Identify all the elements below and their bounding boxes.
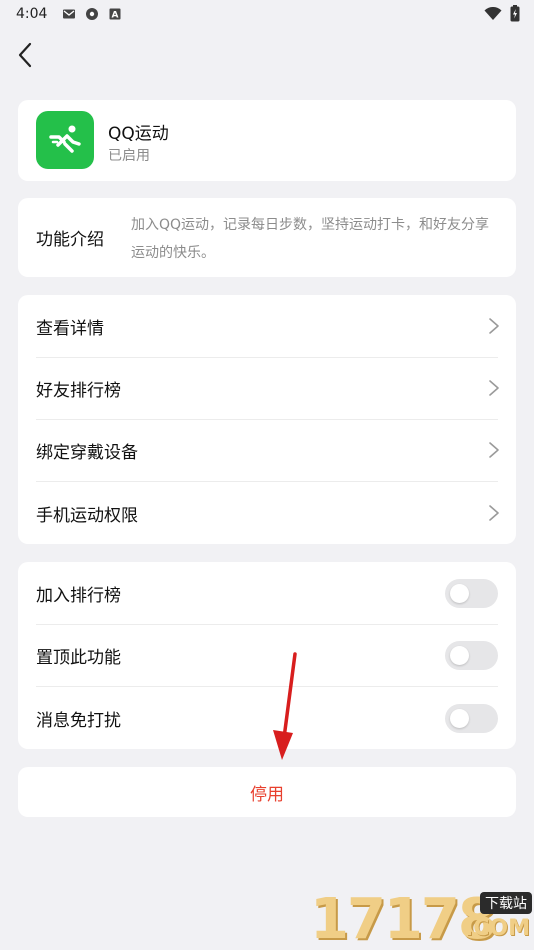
toggle-knob bbox=[450, 709, 469, 728]
status-time: 4:04 bbox=[16, 6, 48, 22]
friends-ranking-row[interactable]: 好友排行榜 bbox=[18, 357, 516, 419]
row-label: 消息免打扰 bbox=[36, 710, 121, 731]
join-ranking-row: 加入排行榜 bbox=[18, 562, 516, 624]
wifi-icon bbox=[484, 6, 502, 20]
svg-text:A: A bbox=[112, 11, 119, 21]
chevron-right-icon bbox=[489, 380, 499, 396]
settings-app-icon bbox=[86, 8, 99, 20]
nav-card: 查看详情 好友排行榜 绑定穿戴设备 手机运动权限 bbox=[18, 295, 516, 544]
chevron-left-icon bbox=[18, 42, 32, 68]
intro-label: 功能介绍 bbox=[36, 230, 104, 250]
chevron-right-icon bbox=[489, 505, 499, 521]
a-badge-icon: A bbox=[109, 8, 121, 21]
toggle-knob bbox=[450, 646, 469, 665]
toggle-knob bbox=[450, 584, 469, 603]
annotation-arrow-icon bbox=[273, 652, 297, 760]
watermark-badge: 下载站 bbox=[480, 892, 532, 914]
phone-sport-permission-row[interactable]: 手机运动权限 bbox=[18, 482, 516, 544]
intro-card: 功能介绍 加入QQ运动，记录每日步数，坚持运动打卡，和好友分享运动的快乐。 bbox=[18, 198, 516, 277]
mail-icon bbox=[63, 9, 76, 19]
back-button[interactable] bbox=[10, 40, 40, 70]
join-ranking-toggle[interactable] bbox=[445, 579, 498, 608]
app-icon bbox=[36, 111, 94, 169]
row-label: 置顶此功能 bbox=[36, 647, 121, 668]
status-bar: 4:04 A bbox=[0, 0, 534, 28]
view-details-row[interactable]: 查看详情 bbox=[18, 295, 516, 357]
intro-text: 加入QQ运动，记录每日步数，坚持运动打卡，和好友分享运动的快乐。 bbox=[131, 217, 490, 261]
pin-to-top-toggle[interactable] bbox=[445, 641, 498, 670]
app-status: 已启用 bbox=[108, 148, 150, 164]
disable-button-label: 停用 bbox=[250, 784, 284, 805]
bind-wearable-row[interactable]: 绑定穿戴设备 bbox=[18, 419, 516, 481]
row-label: 绑定穿戴设备 bbox=[36, 442, 138, 463]
watermark-logo: 17178 下载站 .COM bbox=[310, 888, 534, 950]
row-label: 手机运动权限 bbox=[36, 505, 138, 526]
app-info-card: QQ运动 已启用 bbox=[18, 100, 516, 181]
row-label: 好友排行榜 bbox=[36, 380, 121, 401]
disable-button[interactable]: 停用 bbox=[18, 767, 516, 817]
do-not-disturb-toggle[interactable] bbox=[445, 704, 498, 733]
app-name: QQ运动 bbox=[108, 124, 169, 144]
running-person-icon bbox=[49, 125, 81, 153]
chevron-right-icon bbox=[489, 442, 499, 458]
watermark-domain: .COM bbox=[464, 916, 530, 941]
row-label: 加入排行榜 bbox=[36, 585, 121, 606]
chevron-right-icon bbox=[489, 318, 499, 334]
battery-icon bbox=[510, 5, 520, 22]
row-label: 查看详情 bbox=[36, 318, 104, 339]
